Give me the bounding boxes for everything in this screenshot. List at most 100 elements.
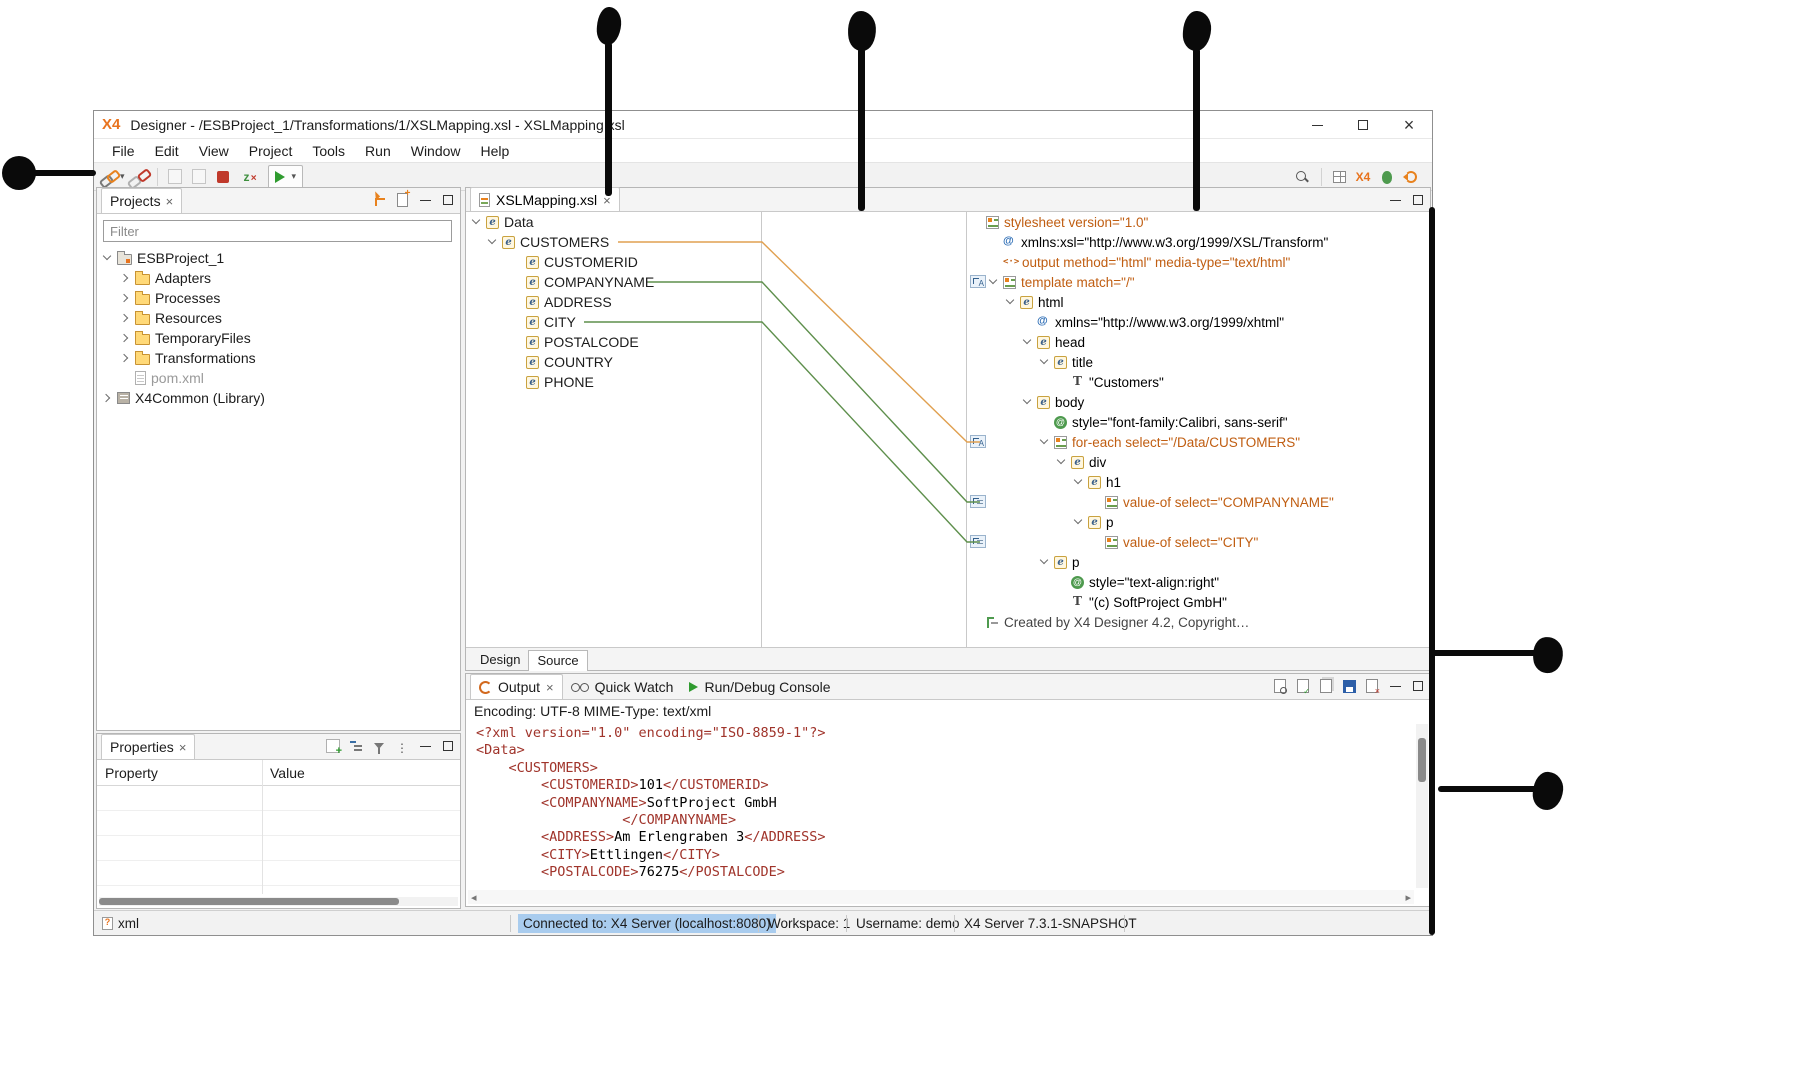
- tab-projects[interactable]: Projects: [101, 188, 182, 213]
- filter-input[interactable]: [103, 220, 452, 242]
- maximize-button[interactable]: [1340, 111, 1386, 139]
- tab-design[interactable]: Design: [472, 650, 528, 669]
- source-node-address[interactable]: ADDRESS: [466, 292, 761, 312]
- open-perspective-button[interactable]: [1328, 165, 1350, 189]
- xsl-node-copyright-text[interactable]: "(c) SoftProject GmbH": [968, 592, 1430, 612]
- xsl-node-body-style[interactable]: style="font-family:Calibri, sans-serif": [968, 412, 1430, 432]
- tree-mode-button[interactable]: [348, 738, 364, 754]
- source-node-phone[interactable]: PHONE: [466, 372, 761, 392]
- menu-run[interactable]: Run: [355, 143, 401, 159]
- mapping-anchor-icon[interactable]: [970, 435, 986, 448]
- filter-properties-button[interactable]: [371, 738, 387, 754]
- tree-item-transformations[interactable]: Transformations: [97, 348, 460, 368]
- tree-item-adapters[interactable]: Adapters: [97, 268, 460, 288]
- xsl-node-value-of-companyname[interactable]: value-of select="COMPANYNAME": [968, 492, 1430, 512]
- close-button[interactable]: [1386, 111, 1432, 139]
- horizontal-scrollbar[interactable]: [99, 897, 458, 906]
- tree-item-processes[interactable]: Processes: [97, 288, 460, 308]
- save-all-button[interactable]: [188, 165, 210, 189]
- maximize-view-button[interactable]: [1410, 678, 1426, 694]
- expand-arrow-icon[interactable]: [1040, 438, 1049, 447]
- xsl-node-p2[interactable]: p: [968, 552, 1430, 572]
- save-button[interactable]: [164, 165, 186, 189]
- horizontal-scrollbar[interactable]: ◂ ▸: [468, 890, 1414, 904]
- expand-arrow-icon[interactable]: [488, 238, 497, 247]
- close-icon[interactable]: [546, 679, 554, 695]
- xsl-node-h1[interactable]: h1: [968, 472, 1430, 492]
- minimize-view-button[interactable]: [1387, 192, 1403, 208]
- connect-server-button[interactable]: [100, 165, 125, 189]
- mapping-canvas[interactable]: [762, 212, 967, 649]
- run-button[interactable]: [268, 165, 304, 189]
- menu-view[interactable]: View: [189, 143, 239, 159]
- table-row[interactable]: [97, 836, 460, 861]
- expand-arrow-icon[interactable]: [121, 314, 130, 323]
- mapping-anchor-icon[interactable]: [970, 495, 986, 508]
- scrollbar-thumb[interactable]: [1418, 738, 1426, 782]
- xsl-node-template[interactable]: template match="/": [968, 272, 1430, 292]
- xsl-node-value-of-city[interactable]: value-of select="CITY": [968, 532, 1430, 552]
- xsl-node-comment[interactable]: Created by X4 Designer 4.2, Copyright…: [968, 612, 1430, 632]
- tab-xslmapping[interactable]: XSLMapping.xsl: [470, 187, 620, 211]
- xsl-node-p1[interactable]: p: [968, 512, 1430, 532]
- find-in-output-button[interactable]: [1272, 678, 1288, 694]
- tab-quick-watch[interactable]: Quick Watch: [563, 674, 682, 699]
- xsl-node-xmlns[interactable]: xmlns="http://www.w3.org/1999/xhtml": [968, 312, 1430, 332]
- validate-output-button[interactable]: [1295, 678, 1311, 694]
- table-row[interactable]: [97, 786, 460, 811]
- clear-output-button[interactable]: [1364, 678, 1380, 694]
- tab-run-debug-console[interactable]: Run/Debug Console: [681, 674, 838, 699]
- minimize-button[interactable]: [1294, 111, 1340, 139]
- tree-item-esbproject[interactable]: ESBProject_1: [97, 248, 460, 268]
- expand-arrow-icon[interactable]: [989, 278, 998, 287]
- tree-item-pomxml[interactable]: pom.xml: [97, 368, 460, 388]
- xsl-node-xmlns-xsl[interactable]: xmlns:xsl="http://www.w3.org/1999/XSL/Tr…: [968, 232, 1430, 252]
- output-code[interactable]: <?xml version="1.0" encoding="ISO-8859-1…: [466, 722, 1414, 889]
- menu-edit[interactable]: Edit: [145, 143, 189, 159]
- expand-arrow-icon[interactable]: [1040, 358, 1049, 367]
- maximize-view-button[interactable]: [440, 738, 456, 754]
- scroll-right-icon[interactable]: ▸: [1402, 891, 1414, 904]
- source-node-customers[interactable]: CUSTOMERS: [466, 232, 761, 252]
- tab-source[interactable]: Source: [528, 650, 587, 671]
- copy-output-button[interactable]: [1318, 678, 1334, 694]
- xsl-node-output[interactable]: output method="html" media-type="text/ht…: [968, 252, 1430, 272]
- scrollbar-thumb[interactable]: [99, 898, 399, 905]
- source-node-companyname[interactable]: COMPANYNAME: [466, 272, 761, 292]
- new-property-button[interactable]: [325, 738, 341, 754]
- search-button[interactable]: [1291, 165, 1313, 189]
- xsl-node-div[interactable]: div: [968, 452, 1430, 472]
- menu-window[interactable]: Window: [401, 143, 471, 159]
- table-row[interactable]: [97, 811, 460, 836]
- xsl-node-body[interactable]: body: [968, 392, 1430, 412]
- expand-arrow-icon[interactable]: [103, 394, 112, 403]
- expand-arrow-icon[interactable]: [1023, 398, 1032, 407]
- debug-perspective-button[interactable]: [1376, 165, 1398, 189]
- xsl-node-for-each[interactable]: for-each select="/Data/CUSTOMERS": [968, 432, 1430, 452]
- save-output-button[interactable]: [1341, 678, 1357, 694]
- expand-arrow-icon[interactable]: [121, 354, 130, 363]
- tab-properties[interactable]: Properties: [101, 734, 195, 759]
- xsl-node-title[interactable]: title: [968, 352, 1430, 372]
- scroll-left-icon[interactable]: ◂: [468, 891, 480, 904]
- close-icon[interactable]: [179, 739, 187, 755]
- new-wizard-button[interactable]: [394, 192, 410, 208]
- expand-arrow-icon[interactable]: [103, 254, 112, 263]
- minimize-view-button[interactable]: [1387, 678, 1403, 694]
- menu-project[interactable]: Project: [239, 143, 303, 159]
- expand-arrow-icon[interactable]: [1074, 518, 1083, 527]
- column-header-value[interactable]: Value: [262, 765, 305, 781]
- expand-arrow-icon[interactable]: [1006, 298, 1015, 307]
- xsl-node-p-style[interactable]: style="text-align:right": [968, 572, 1430, 592]
- expand-arrow-icon[interactable]: [1023, 338, 1032, 347]
- source-node-country[interactable]: COUNTRY: [466, 352, 761, 372]
- refresh-button[interactable]: [1400, 165, 1422, 189]
- expand-arrow-icon[interactable]: [121, 334, 130, 343]
- tree-item-temporaryfiles[interactable]: TemporaryFiles: [97, 328, 460, 348]
- expand-arrow-icon[interactable]: [1074, 478, 1083, 487]
- tab-output[interactable]: Output: [470, 674, 563, 699]
- expand-arrow-icon[interactable]: [121, 294, 130, 303]
- expand-arrow-icon[interactable]: [1057, 458, 1066, 467]
- tree-item-resources[interactable]: Resources: [97, 308, 460, 328]
- xsl-node-stylesheet[interactable]: stylesheet version="1.0": [968, 212, 1430, 232]
